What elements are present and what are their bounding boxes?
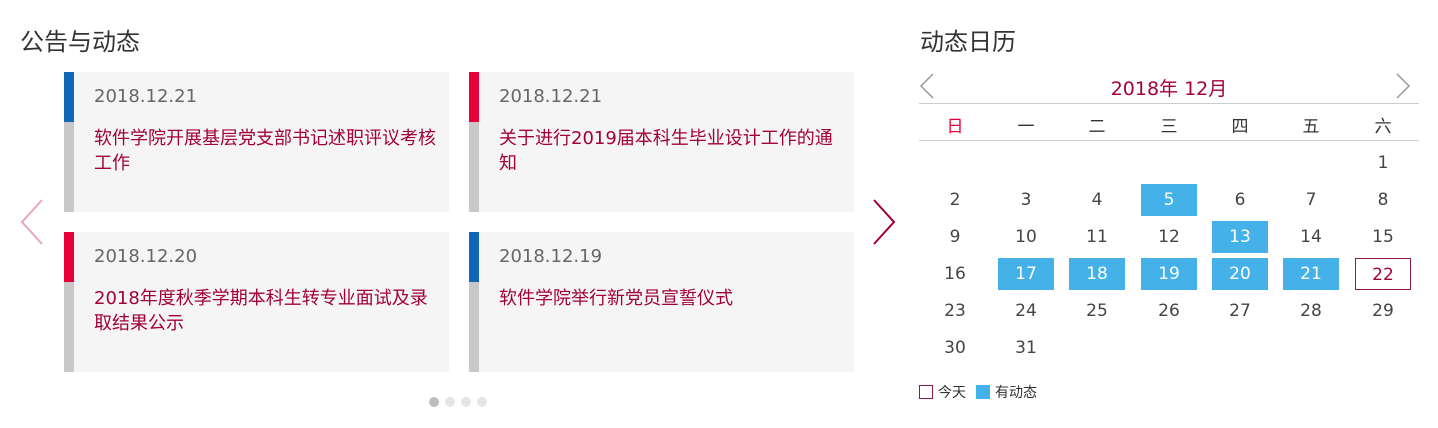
weekday-label: 四 bbox=[1231, 117, 1249, 137]
weekday-label: 六 bbox=[1374, 117, 1392, 137]
card-accent-bar bbox=[64, 232, 74, 282]
calendar-day-event[interactable]: 13 bbox=[1212, 221, 1268, 253]
notice-title-link[interactable]: 关于进行2019届本科生毕业设计工作的通知 bbox=[499, 126, 844, 176]
calendar-day[interactable]: 28 bbox=[1283, 295, 1339, 327]
calendar-day[interactable]: 11 bbox=[1069, 221, 1125, 253]
weekday-label: 日 bbox=[946, 117, 964, 137]
weekday-label: 二 bbox=[1088, 117, 1106, 137]
calendar-day[interactable]: 10 bbox=[998, 221, 1054, 253]
pagination-dot-3[interactable] bbox=[461, 397, 471, 407]
notice-card[interactable]: 2018.12.21 软件学院开展基层党支部书记述职评议考核工作 bbox=[64, 72, 449, 212]
pagination-dot-2[interactable] bbox=[445, 397, 455, 407]
calendar-day-today[interactable]: 22 bbox=[1355, 258, 1411, 290]
notice-card[interactable]: 2018.12.20 2018年度秋季学期本科生转专业面试及录取结果公示 bbox=[64, 232, 449, 372]
calendar-next-month-icon[interactable] bbox=[1395, 72, 1411, 100]
calendar-day[interactable]: 3 bbox=[998, 184, 1054, 216]
calendar-day-event[interactable]: 5 bbox=[1141, 184, 1197, 216]
calendar-legend: 今天 有动态 bbox=[919, 382, 1037, 402]
calendar-month-label: 2018年 12月 bbox=[1110, 78, 1228, 100]
calendar-prev-month-icon[interactable] bbox=[919, 72, 935, 100]
calendar-day[interactable]: 7 bbox=[1283, 184, 1339, 216]
calendar-day-event[interactable]: 18 bbox=[1069, 258, 1125, 290]
calendar-day[interactable]: 8 bbox=[1355, 184, 1411, 216]
carousel-prev-arrow-icon[interactable] bbox=[14, 197, 54, 247]
notice-card[interactable]: 2018.12.21 关于进行2019届本科生毕业设计工作的通知 bbox=[469, 72, 854, 212]
calendar-day[interactable]: 4 bbox=[1069, 184, 1125, 216]
legend-event-label: 有动态 bbox=[995, 385, 1037, 401]
carousel-next-arrow-icon[interactable] bbox=[864, 197, 904, 247]
calendar-day[interactable]: 6 bbox=[1212, 184, 1268, 216]
card-side-bar bbox=[469, 122, 479, 212]
weekday-label: 三 bbox=[1160, 117, 1178, 137]
calendar-day[interactable]: 15 bbox=[1355, 221, 1411, 253]
weekday-label: 一 bbox=[1017, 117, 1035, 137]
card-side-bar bbox=[64, 282, 74, 372]
calendar-section-title: 动态日历 bbox=[920, 28, 1016, 56]
calendar-day[interactable]: 23 bbox=[927, 295, 983, 327]
notices-section-title: 公告与动态 bbox=[20, 28, 140, 56]
notice-date: 2018.12.21 bbox=[94, 86, 198, 107]
calendar-day[interactable]: 30 bbox=[927, 332, 983, 364]
notice-date: 2018.12.21 bbox=[499, 86, 603, 107]
card-side-bar bbox=[469, 282, 479, 372]
card-side-bar bbox=[64, 122, 74, 212]
card-accent-bar bbox=[469, 72, 479, 122]
carousel-pagination bbox=[429, 397, 487, 407]
calendar-day[interactable]: 31 bbox=[998, 332, 1054, 364]
calendar-day[interactable]: 1 bbox=[1355, 147, 1411, 179]
notice-title-link[interactable]: 软件学院开展基层党支部书记述职评议考核工作 bbox=[94, 126, 439, 176]
calendar-day[interactable]: 25 bbox=[1069, 295, 1125, 327]
calendar-day-event[interactable]: 17 bbox=[998, 258, 1054, 290]
notice-title-link[interactable]: 软件学院举行新党员宣誓仪式 bbox=[499, 286, 844, 311]
calendar-weekday-row: 日一二三四五六 bbox=[919, 104, 1419, 141]
calendar-header: 2018年 12月 bbox=[919, 70, 1419, 104]
notice-title-link[interactable]: 2018年度秋季学期本科生转专业面试及录取结果公示 bbox=[94, 286, 439, 336]
notice-card[interactable]: 2018.12.19 软件学院举行新党员宣誓仪式 bbox=[469, 232, 854, 372]
calendar-day[interactable]: 9 bbox=[927, 221, 983, 253]
pagination-dot-1[interactable] bbox=[429, 397, 439, 407]
calendar-day-event[interactable]: 20 bbox=[1212, 258, 1268, 290]
calendar-day[interactable]: 14 bbox=[1283, 221, 1339, 253]
calendar-day[interactable]: 27 bbox=[1212, 295, 1268, 327]
calendar-day[interactable]: 29 bbox=[1355, 295, 1411, 327]
legend-today-label: 今天 bbox=[938, 385, 966, 401]
calendar-day-event[interactable]: 19 bbox=[1141, 258, 1197, 290]
calendar-day-event[interactable]: 21 bbox=[1283, 258, 1339, 290]
notice-date: 2018.12.19 bbox=[499, 246, 603, 267]
legend-today-swatch bbox=[919, 385, 933, 399]
pagination-dot-4[interactable] bbox=[477, 397, 487, 407]
card-accent-bar bbox=[64, 72, 74, 122]
legend-event-swatch bbox=[976, 385, 990, 399]
calendar-day[interactable]: 2 bbox=[927, 184, 983, 216]
calendar-day[interactable]: 26 bbox=[1141, 295, 1197, 327]
calendar-day[interactable]: 24 bbox=[998, 295, 1054, 327]
notice-date: 2018.12.20 bbox=[94, 246, 198, 267]
card-accent-bar bbox=[469, 232, 479, 282]
calendar-day[interactable]: 16 bbox=[927, 258, 983, 290]
calendar-day[interactable]: 12 bbox=[1141, 221, 1197, 253]
weekday-label: 五 bbox=[1302, 117, 1320, 137]
